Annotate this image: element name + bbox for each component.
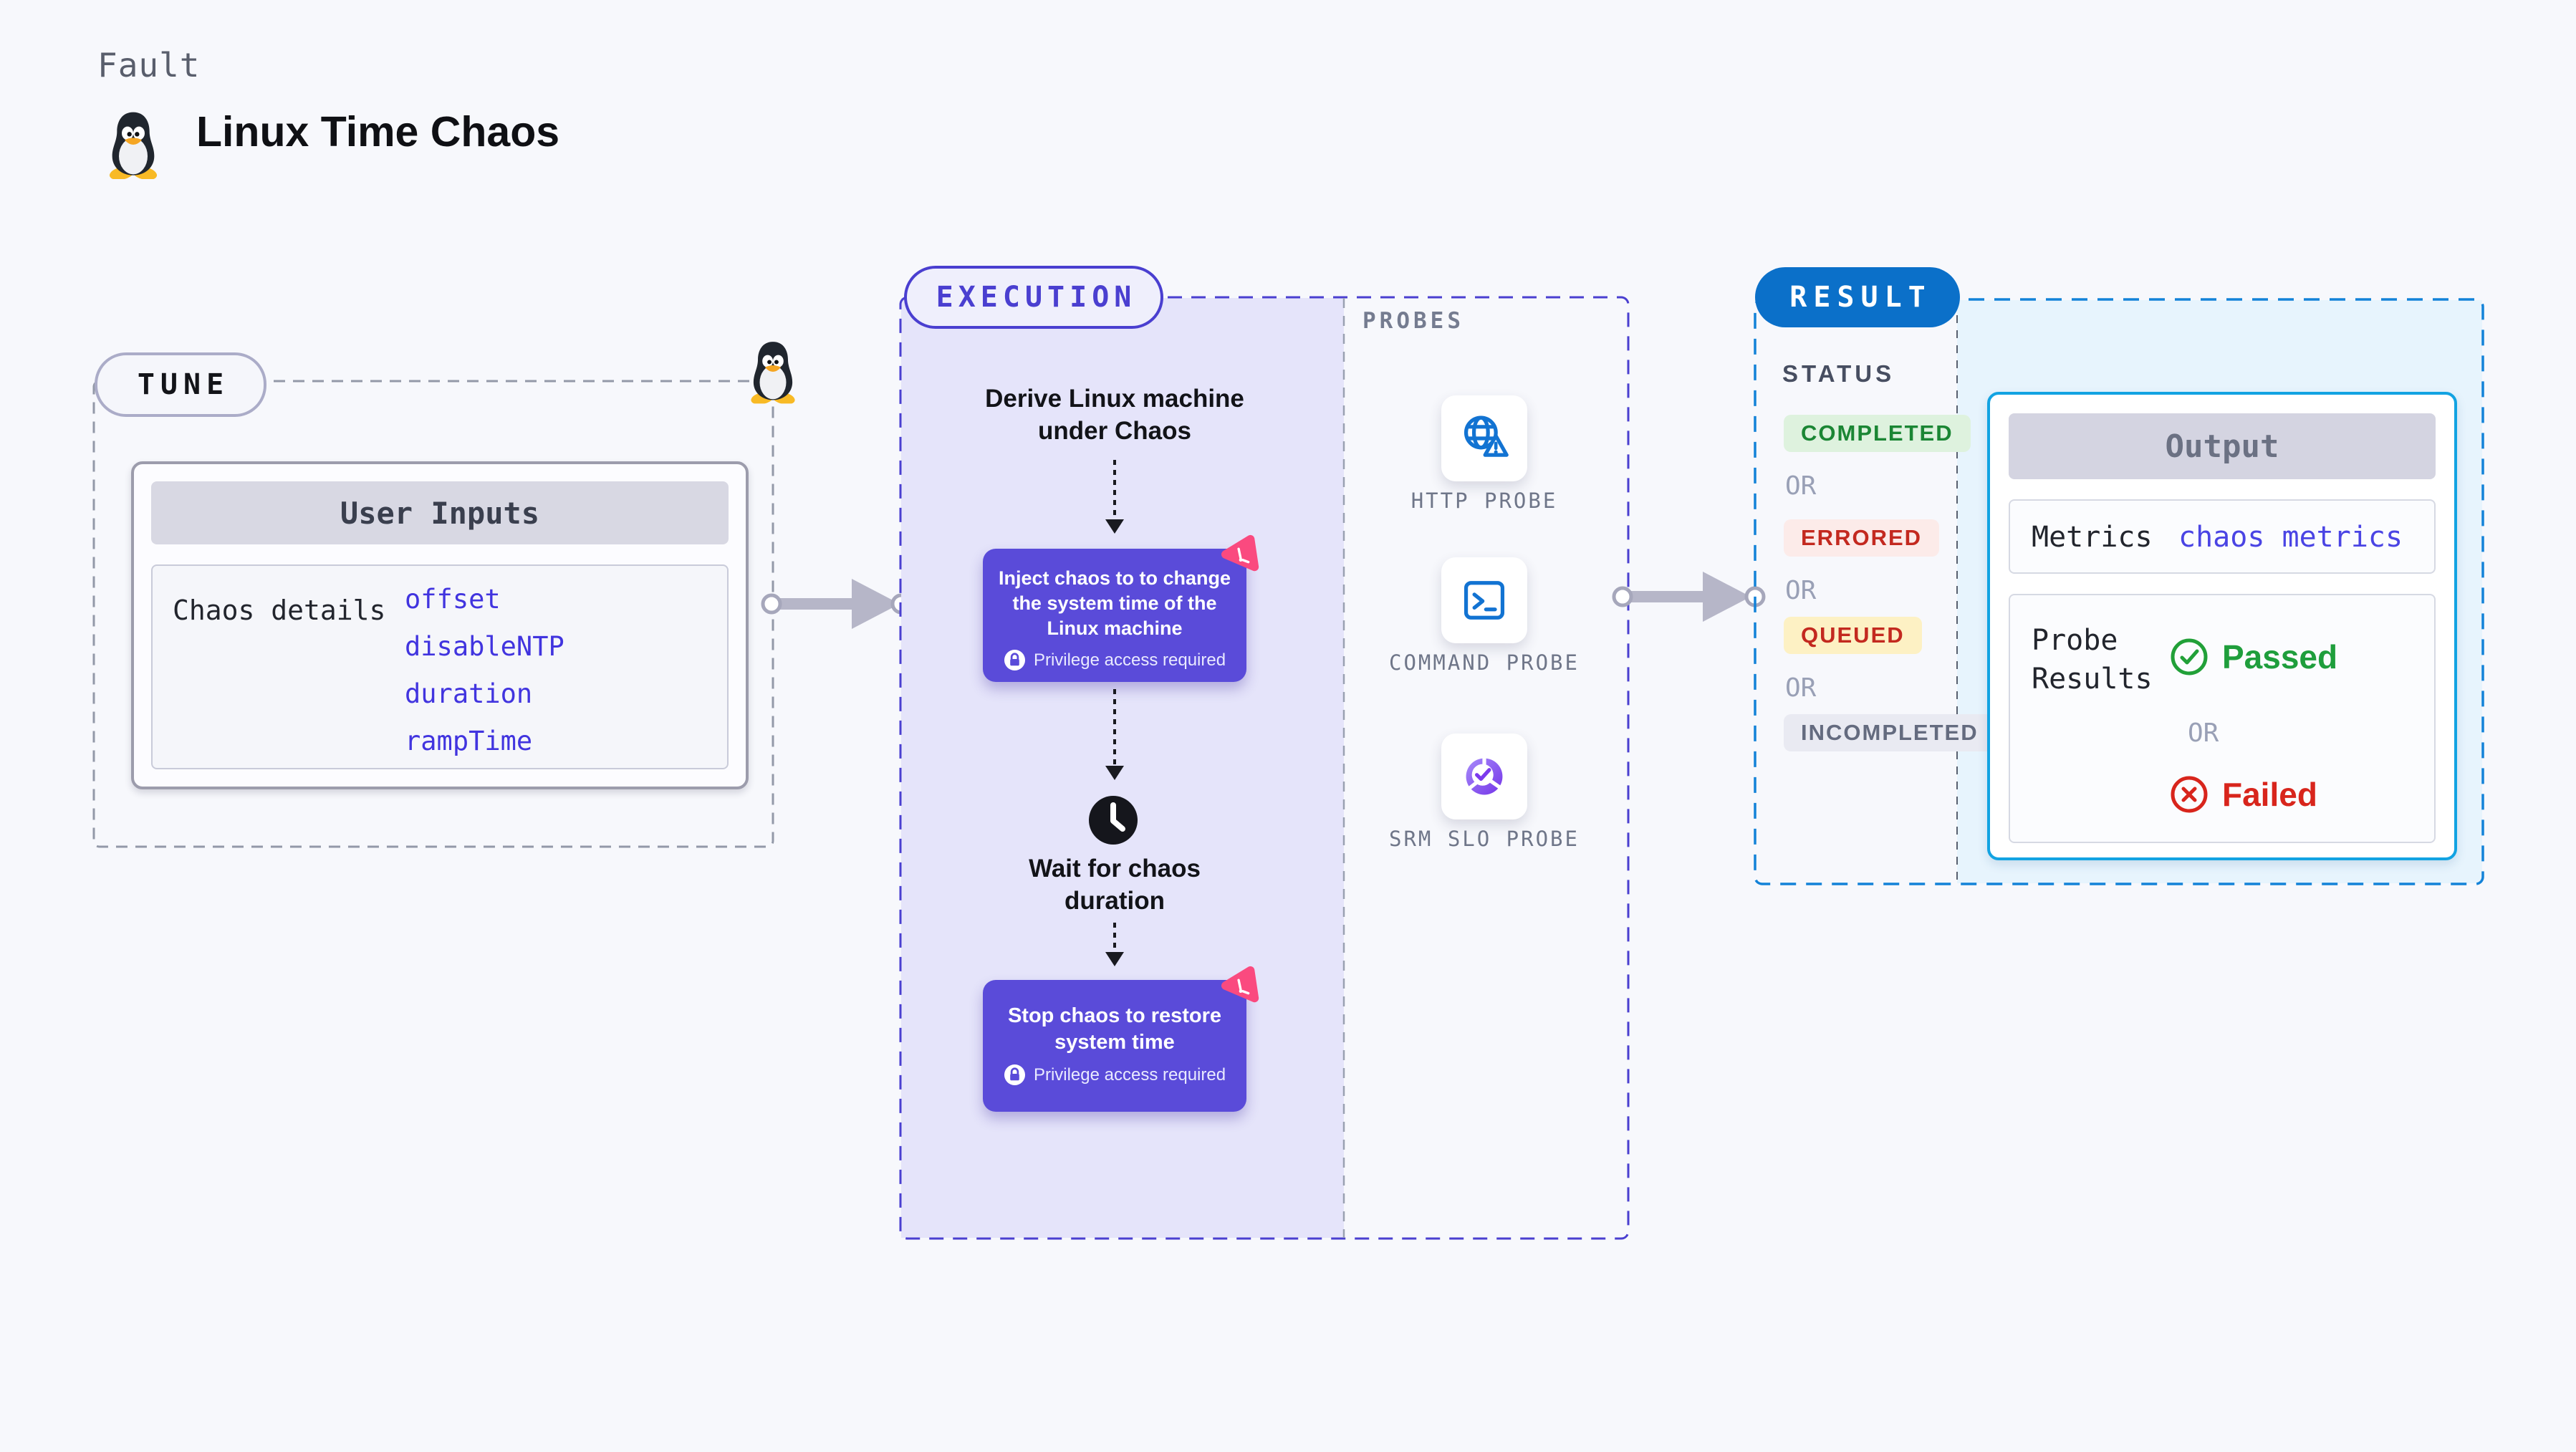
metrics-label: Metrics [2032, 521, 2153, 554]
failed-label: Failed [2222, 776, 2317, 813]
status-badge-incompleted: INCOMPLETED [1784, 714, 1996, 751]
flow-arrow-1 [1105, 460, 1124, 534]
passed-label: Passed [2222, 638, 2338, 675]
http-probe-label: HTTP PROBE [1410, 489, 1558, 513]
passed-verdict: Passed [2169, 637, 2337, 677]
wait-step-label: Wait for chaos duration [1029, 855, 1201, 915]
linux-tux-icon-small [746, 340, 799, 404]
command-probe-card [1441, 557, 1527, 643]
clock-icon [1089, 796, 1138, 845]
derive-step-label: Derive Linux machine under Chaos [985, 385, 1244, 445]
status-badge-queued: QUEUED [1784, 617, 1922, 654]
user-inputs-body: Chaos details offset disableNTP duration… [151, 564, 729, 769]
stop-chaos-node: Stop chaos to restore system time Privil… [983, 980, 1246, 1112]
user-inputs-card: User Inputs Chaos details offset disable… [131, 461, 749, 789]
privilege-row: Privilege access required [992, 649, 1237, 671]
status-badge-completed: COMPLETED [1784, 415, 1971, 452]
page-title: Linux Time Chaos [196, 108, 560, 155]
srm-slo-probe-label: SRM SLO PROBE [1389, 827, 1580, 851]
failed-x-icon [2171, 776, 2208, 813]
or-separator: OR [1785, 576, 1817, 605]
output-header: Output [2009, 413, 2436, 479]
status-badge-errored: ERRORED [1784, 519, 1940, 557]
fault-kicker: Fault [97, 46, 201, 85]
stop-step-label: Stop chaos to restore system time [1007, 1004, 1222, 1054]
or-separator: OR [1785, 673, 1817, 703]
privilege-row: Privilege access required [1003, 1064, 1226, 1086]
slo-donut-check-icon [1466, 756, 1503, 795]
inject-step-label: Inject chaos to to change the system tim… [998, 567, 1231, 639]
chaos-icon [1220, 965, 1261, 1006]
metrics-value: chaos metrics [2178, 521, 2403, 554]
tune-to-execution-arrow [761, 579, 912, 629]
failed-verdict: Failed [2169, 774, 2317, 814]
output-card: Output Metrics chaos metrics Probe Resul… [1987, 392, 2457, 860]
status-label: STATUS [1782, 360, 1895, 387]
param-duration: duration [405, 678, 533, 709]
lock-icon [1004, 649, 1026, 671]
param-ramptime: rampTime [405, 726, 533, 756]
srm-slo-probe-card [1441, 734, 1527, 819]
tune-badge: TUNE [95, 352, 266, 417]
chaos-param-list: offset disableNTP duration rampTime [405, 576, 564, 765]
or-separator: OR [1785, 471, 1817, 501]
flow-arrow-3 [1105, 923, 1124, 966]
globe-warning-icon [1464, 415, 1509, 457]
param-offset: offset [405, 584, 501, 615]
probe-results-row: Probe Results Passed OR Failed [2009, 594, 2436, 843]
result-badge: RESULT [1755, 267, 1960, 327]
chaos-details-label: Chaos details [173, 595, 386, 626]
linux-time-chaos-diagram: Fault Linux Time Chaos TUNE User Inputs … [0, 0, 2576, 1452]
metrics-row: Metrics chaos metrics [2009, 499, 2436, 574]
execution-to-result-arrow [1612, 572, 1766, 622]
flow-arrow-2 [1105, 689, 1124, 780]
privilege-note: Privilege access required [1033, 1064, 1226, 1085]
user-inputs-header: User Inputs [151, 481, 729, 544]
probe-results-label: Probe Results [2032, 624, 2153, 696]
probes-label: PROBES [1363, 308, 1464, 334]
passed-check-icon [2171, 638, 2208, 675]
privilege-note: Privilege access required [1033, 650, 1226, 670]
inject-chaos-node: Inject chaos to to change the system tim… [983, 549, 1246, 682]
param-disablentp: disableNTP [405, 631, 564, 662]
lock-icon [1004, 1064, 1026, 1086]
chaos-icon [1220, 534, 1261, 575]
linux-tux-icon [105, 110, 162, 179]
http-probe-card [1441, 395, 1527, 481]
execution-badge: EXECUTION [904, 266, 1163, 329]
terminal-icon [1464, 581, 1505, 620]
or-separator: OR [2188, 718, 2219, 748]
command-probe-label: COMMAND PROBE [1389, 650, 1580, 675]
